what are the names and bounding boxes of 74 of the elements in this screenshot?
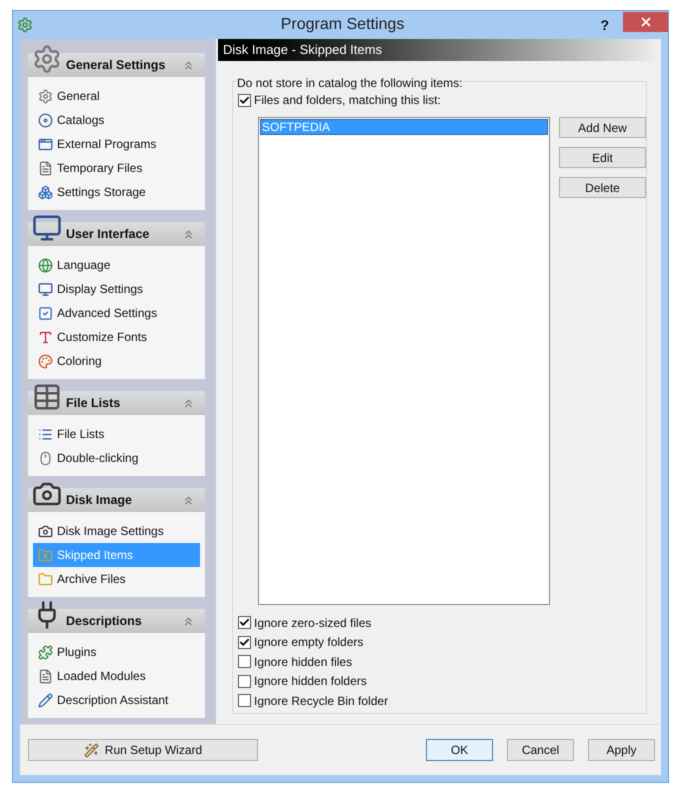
list-button[interactable]: Edit bbox=[559, 147, 646, 168]
section-header[interactable]: Descriptions bbox=[28, 609, 205, 633]
close-button[interactable] bbox=[623, 12, 668, 32]
sidebar-item[interactable]: Catalogs bbox=[33, 108, 200, 132]
pencil-icon bbox=[38, 692, 53, 708]
sidebar-item[interactable]: Language bbox=[33, 253, 200, 277]
sidebar-item[interactable]: Coloring bbox=[33, 349, 200, 373]
camera-icon bbox=[38, 524, 53, 538]
gear-icon bbox=[38, 88, 53, 104]
section-title: General Settings bbox=[66, 56, 166, 74]
checkbox-label: Ignore hidden files bbox=[254, 654, 352, 671]
section-header[interactable]: General Settings bbox=[28, 53, 205, 77]
monitor-icon bbox=[38, 282, 53, 296]
sidebar-item[interactable]: Display Settings bbox=[33, 277, 200, 301]
folder-icon bbox=[38, 572, 53, 586]
sidebar-item[interactable]: External Programs bbox=[33, 132, 200, 156]
puzzle-icon bbox=[38, 644, 53, 660]
checkbox-label: Ignore hidden folders bbox=[254, 673, 367, 690]
sidebar-item[interactable]: Temporary Files bbox=[33, 156, 200, 180]
checkbox[interactable] bbox=[238, 636, 251, 649]
wand-icon bbox=[84, 742, 99, 758]
section-header[interactable]: File Lists bbox=[28, 391, 205, 415]
list-icon bbox=[38, 426, 53, 442]
sidebar-item[interactable]: Customize Fonts bbox=[33, 325, 200, 349]
checkbox[interactable] bbox=[238, 694, 251, 708]
section-title: Disk Image bbox=[66, 492, 132, 509]
app-icon bbox=[17, 17, 33, 33]
checkbox-label: Ignore zero-sized files bbox=[254, 614, 372, 632]
palette-icon bbox=[38, 354, 53, 368]
folder-cross-icon bbox=[38, 548, 53, 562]
document-icon bbox=[38, 668, 53, 684]
disc-icon bbox=[38, 112, 53, 128]
sidebar-item[interactable]: Description Assistant bbox=[33, 688, 200, 712]
dialog-button[interactable]: Cancel bbox=[507, 739, 574, 761]
section-title: User Interface bbox=[66, 226, 150, 243]
mouse-icon bbox=[38, 450, 53, 466]
sidebar-item[interactable]: Plugins bbox=[33, 640, 200, 664]
list-button[interactable]: Delete bbox=[559, 177, 646, 198]
font-icon bbox=[38, 330, 53, 344]
close-icon bbox=[638, 15, 653, 29]
table-icon bbox=[32, 382, 62, 412]
dialog-button[interactable]: Apply bbox=[588, 739, 655, 761]
panel-title: Disk Image - Skipped Items bbox=[223, 41, 382, 60]
checkbox-icon bbox=[38, 306, 53, 320]
setup-wizard-button[interactable]: Run Setup Wizard bbox=[28, 739, 258, 761]
globe-icon bbox=[38, 258, 53, 272]
sidebar-item[interactable]: File Lists bbox=[33, 422, 200, 446]
sidebar-item[interactable]: General bbox=[33, 84, 200, 108]
section-title: File Lists bbox=[66, 394, 120, 412]
checkbox[interactable] bbox=[238, 616, 251, 630]
checkbox-label: Ignore empty folders bbox=[254, 634, 364, 652]
checkbox[interactable] bbox=[238, 674, 251, 688]
section-header[interactable]: Disk Image bbox=[28, 488, 205, 512]
sidebar-item[interactable]: Loaded Modules bbox=[33, 664, 200, 688]
monitor-icon bbox=[32, 213, 62, 243]
dialog-button[interactable]: OK bbox=[426, 739, 493, 761]
checkbox-label: Ignore Recycle Bin folder bbox=[254, 692, 388, 710]
sidebar-item[interactable]: Disk Image Settings bbox=[33, 519, 200, 543]
sidebar-item[interactable]: Archive Files bbox=[33, 567, 200, 591]
window-icon bbox=[38, 136, 53, 152]
section-title: Descriptions bbox=[66, 612, 142, 630]
gear-icon bbox=[32, 44, 62, 74]
checkbox-label: Files and folders, matching this list: bbox=[254, 92, 441, 109]
sidebar-item[interactable]: Double-clicking bbox=[33, 446, 200, 470]
sidebar-item[interactable]: Advanced Settings bbox=[33, 301, 200, 325]
list-button[interactable]: Add New bbox=[559, 117, 646, 138]
sidebar-item[interactable]: Settings Storage bbox=[33, 180, 200, 204]
window-title: Program Settings bbox=[280, 15, 404, 35]
document-icon bbox=[38, 160, 53, 176]
cubes-icon bbox=[38, 184, 53, 200]
checkbox[interactable] bbox=[238, 94, 251, 106]
checkbox[interactable] bbox=[238, 655, 251, 668]
help-button[interactable]: ? bbox=[600, 14, 610, 36]
section-header[interactable]: User Interface bbox=[28, 222, 205, 246]
